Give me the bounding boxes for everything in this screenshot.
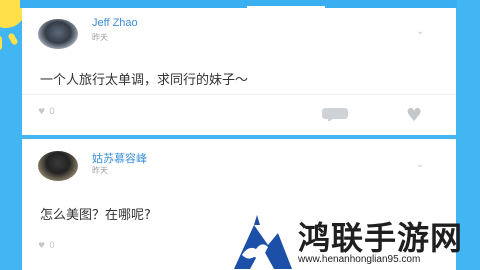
chevron-down-icon[interactable]: ⌄ [416,160,426,170]
author-name[interactable]: 姑苏慕容峰 [92,150,147,166]
watermark: 鸿联手游网 www.henanhonglian95.com [230,211,480,270]
avatar[interactable] [38,151,78,181]
heart-icon: ♥ [38,241,46,250]
like-count[interactable]: ♥ 0 [38,107,55,117]
post-time: 昨天 [92,33,108,42]
heart-icon: ♥ [38,107,46,116]
post-content: 一个人旅行太单调，求同行的妹子～ [40,73,249,88]
like-count-value: 0 [49,107,55,117]
sun-ray [0,36,2,50]
divider [22,94,456,95]
chevron-down-icon[interactable]: ⌄ [416,27,426,37]
author-name[interactable]: Jeff Zhao [92,17,138,29]
post-time: 昨天 [92,166,108,175]
post-content: 怎么美图？在哪呢? [40,208,151,223]
like-count[interactable]: ♥ 0 [38,241,55,251]
heart-icon[interactable]: ♥ [406,105,422,126]
avatar[interactable] [38,19,78,49]
watermark-title: 鸿联手游网 [298,219,464,257]
post-card[interactable]: Jeff Zhao 昨天 ⌄ 一个人旅行太单调，求同行的妹子～ ♥ 0 ♥ [22,8,456,135]
watermark-logo [230,211,292,269]
watermark-url: www.henanhonglian95.com [298,254,421,265]
sun-ray [7,32,19,46]
top-tab-bar [20,0,457,9]
comment-icon[interactable] [321,105,351,122]
like-count-value: 0 [49,241,55,251]
